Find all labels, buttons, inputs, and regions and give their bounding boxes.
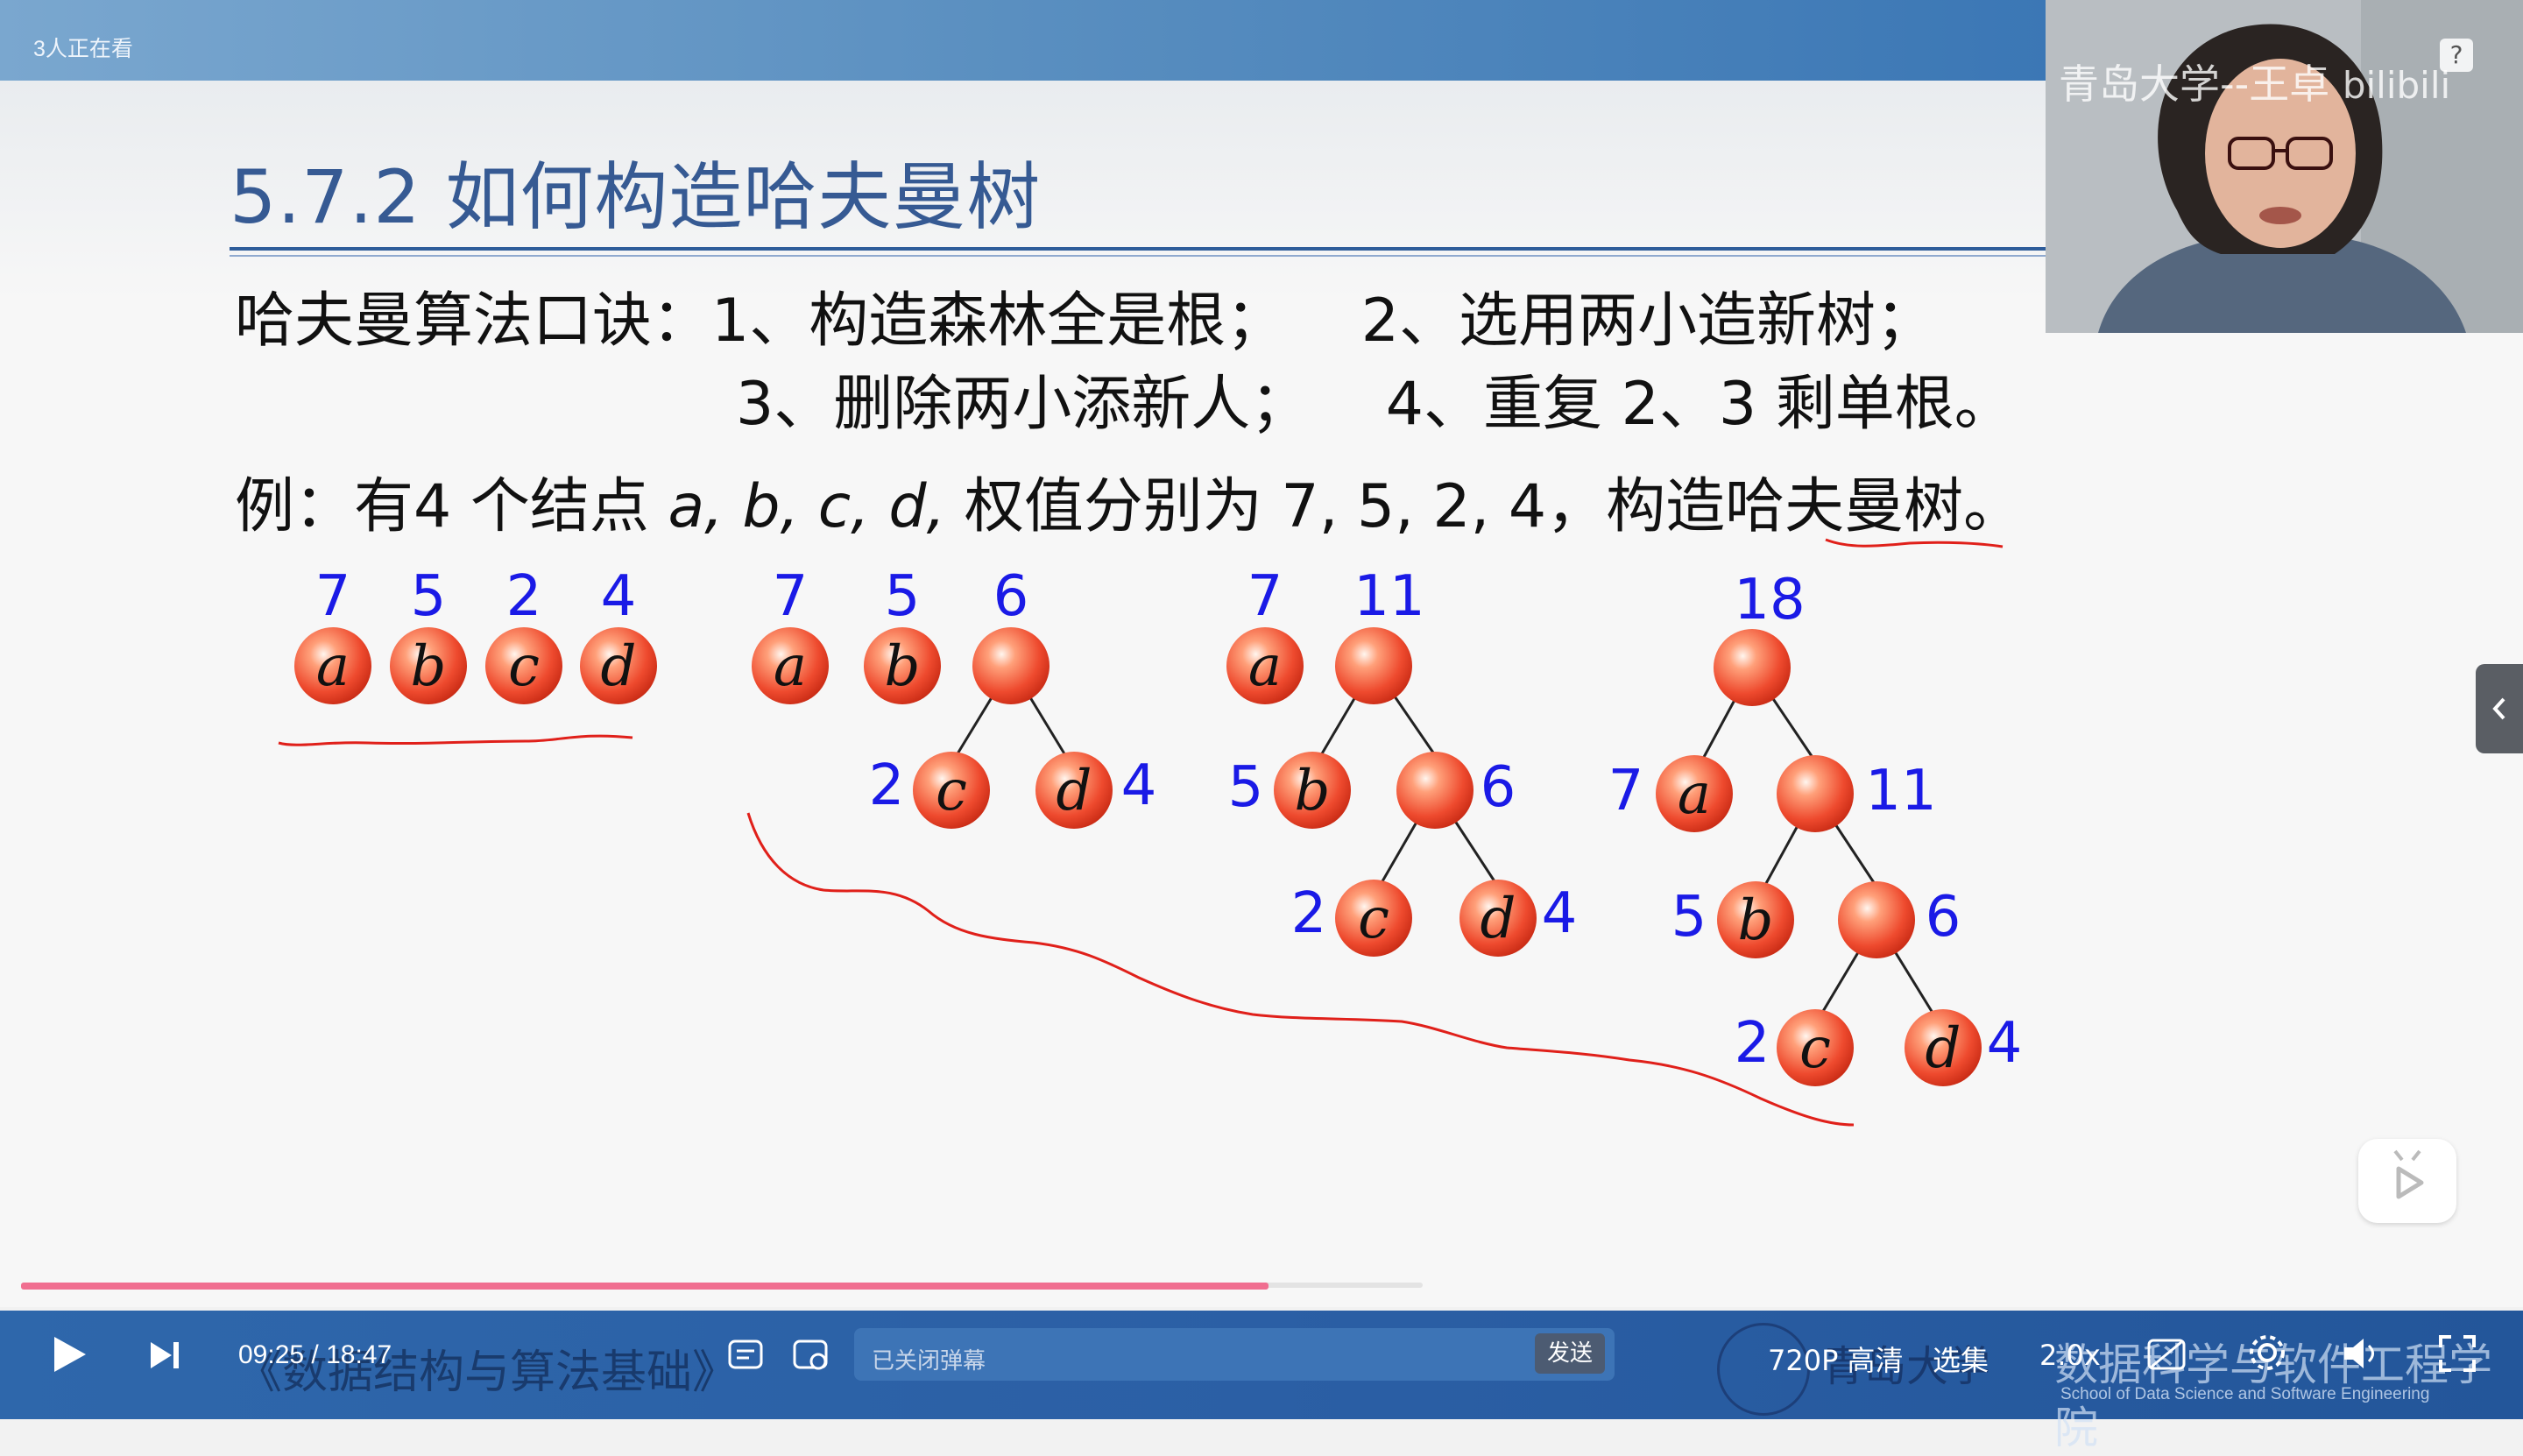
- speed-selector[interactable]: 2.0x: [2039, 1339, 2101, 1372]
- weight-label: 6: [1926, 885, 1961, 950]
- node-label: b: [411, 634, 447, 699]
- fullscreen-icon[interactable]: [2435, 1332, 2479, 1375]
- node-label: c: [1358, 887, 1389, 951]
- tree-node: [972, 627, 1049, 704]
- duration: 18:47: [326, 1340, 392, 1369]
- subtitle-icon[interactable]: [2146, 1335, 2187, 1374]
- stage3-tree: 7 11 5 6 2 4 a b c d: [1226, 564, 1577, 957]
- weight-label: 4: [1121, 753, 1157, 818]
- weight-label: 7: [315, 564, 351, 629]
- gear-icon[interactable]: [2246, 1332, 2288, 1374]
- tree-node: [1335, 627, 1412, 704]
- chevron-left-icon: [2492, 697, 2505, 720]
- next-icon[interactable]: [147, 1339, 182, 1372]
- weight-label: 7: [773, 564, 809, 629]
- weight-label: 2: [1735, 1011, 1770, 1076]
- school-watermark-en: School of Data Science and Software Engi…: [2060, 1385, 2430, 1403]
- node-label: b: [885, 634, 921, 699]
- weight-label: 18: [1734, 568, 1805, 633]
- weight-label: 2: [1291, 881, 1327, 946]
- node-label: d: [1481, 887, 1516, 951]
- weight-label: 5: [1671, 885, 1707, 950]
- tv-play-icon: [2393, 1149, 2424, 1199]
- node-label: a: [316, 634, 350, 699]
- node-label: b: [1738, 888, 1774, 953]
- progress-played[interactable]: [21, 1283, 1269, 1290]
- weight-label: 4: [1542, 881, 1578, 946]
- watermark-text: 青岛大学--王卓: [2059, 60, 2330, 108]
- stage2-tree: 7 5 6 2 4 a b c d: [752, 564, 1156, 829]
- stage1-tree: 7 5 2 4 a b c d: [294, 564, 657, 704]
- tree-node: [1777, 755, 1854, 832]
- danmaku-settings-icon[interactable]: [792, 1337, 832, 1374]
- node-label: d: [1926, 1016, 1961, 1081]
- weight-label: 6: [993, 564, 1029, 629]
- danmaku-toggle-icon[interactable]: [727, 1337, 767, 1374]
- node-label: d: [1057, 759, 1092, 823]
- danmaku-placeholder: 已关闭弹幕: [872, 1348, 986, 1375]
- stage4-tree: 18 7 11 5 6 2 4 a b c d: [1608, 568, 2023, 1086]
- weight-label: 7: [1608, 759, 1644, 823]
- tree-node: [1714, 629, 1791, 706]
- weight-label: 5: [1228, 755, 1264, 820]
- weight-label: 2: [506, 564, 542, 629]
- time-separator: /: [304, 1340, 327, 1369]
- node-label: c: [1799, 1016, 1831, 1081]
- tree-node: [1396, 752, 1474, 829]
- volume-icon[interactable]: [2339, 1333, 2381, 1374]
- weight-label: 5: [411, 564, 447, 629]
- webcam-watermark: 青岛大学--王卓 bilibili: [2059, 53, 2450, 110]
- time-display: 09:25 / 18:47: [238, 1340, 392, 1370]
- current-time: 09:25: [238, 1340, 305, 1369]
- weight-label: 4: [1987, 1011, 2023, 1076]
- node-label: b: [1295, 759, 1331, 823]
- weight-label: 11: [1865, 759, 1936, 823]
- brand-logo-text: bilibili: [2342, 64, 2451, 107]
- weight-label: 2: [869, 753, 905, 818]
- quality-selector[interactable]: 720P 高清: [1768, 1339, 1904, 1379]
- play-icon[interactable]: [47, 1333, 89, 1375]
- help-icon[interactable]: ?: [2440, 39, 2473, 72]
- node-label: a: [1248, 634, 1282, 699]
- node-label: c: [936, 759, 967, 823]
- floating-play-button[interactable]: [2358, 1139, 2456, 1223]
- side-panel-toggle[interactable]: [2476, 664, 2523, 753]
- node-label: a: [774, 634, 807, 699]
- tree-node: [1838, 881, 1915, 958]
- weight-label: 5: [885, 564, 921, 629]
- node-label: c: [508, 634, 540, 699]
- send-button[interactable]: 发送: [1535, 1333, 1605, 1374]
- node-label: d: [601, 634, 637, 699]
- weight-label: 6: [1481, 755, 1516, 820]
- node-label: a: [1678, 762, 1711, 827]
- episodes-button[interactable]: 选集: [1933, 1339, 1989, 1379]
- weight-label: 4: [601, 564, 637, 629]
- weight-label: 7: [1247, 564, 1283, 629]
- weight-label: 11: [1353, 564, 1424, 629]
